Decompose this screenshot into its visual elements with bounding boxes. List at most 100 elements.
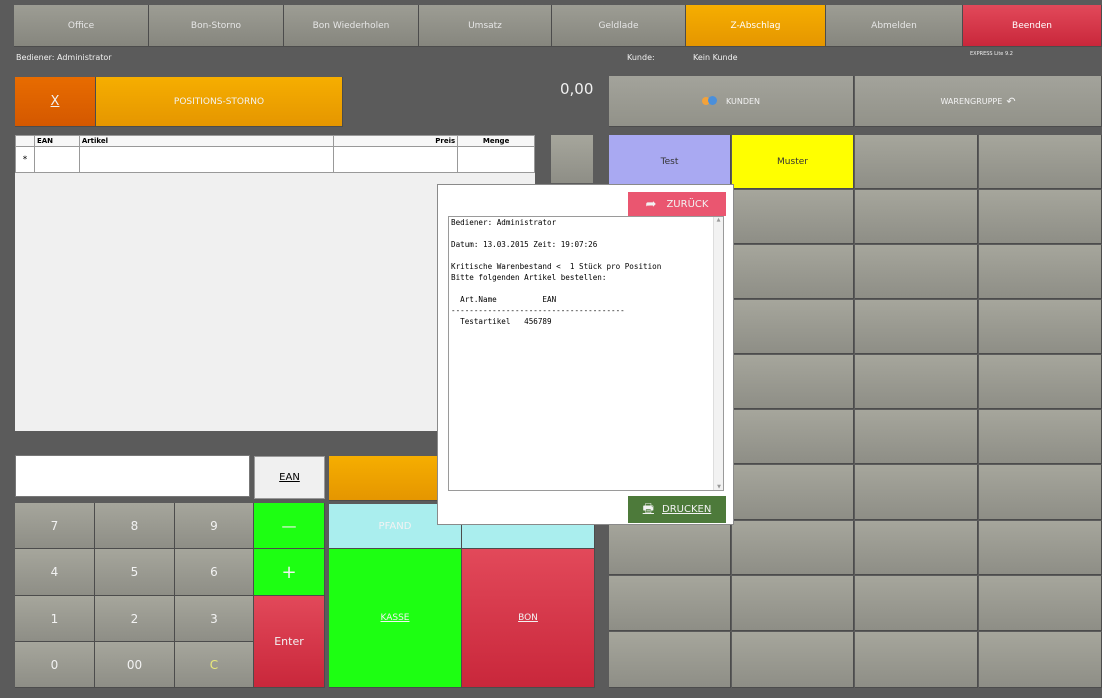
category-empty-button[interactable] [855,576,978,631]
key-1[interactable]: 1 [15,596,95,642]
key-4[interactable]: 4 [15,549,95,596]
enter-button[interactable]: Enter [254,596,325,688]
report-text: Bediener: Administrator Datum: 13.03.2015… [451,217,661,327]
key-6[interactable]: 6 [175,549,254,596]
report-line: Art.Name EAN [451,295,557,304]
category-empty-button[interactable] [979,521,1102,575]
bon-wiederholen-button[interactable]: Bon Wiederholen [284,5,419,47]
total-amount: 0,00 [560,80,594,98]
kunden-button[interactable]: KUNDEN [609,76,854,127]
category-empty-button[interactable] [855,355,978,409]
bon-button[interactable]: BON [462,549,595,688]
positions-storno-button[interactable]: POSITIONS-STORNO [96,77,343,127]
category-empty-button[interactable] [609,576,731,631]
customer-value: Kein Kunde [693,53,738,62]
category-empty-button[interactable] [979,632,1102,688]
report-line [451,228,661,239]
zurueck-button[interactable]: ➦ ZURÜCK [628,192,726,216]
table-row[interactable]: * [15,146,535,173]
beenden-button[interactable]: Beenden [963,5,1102,47]
category-empty-button[interactable] [855,521,978,575]
abmelden-button[interactable]: Abmelden [826,5,963,47]
category-empty-button[interactable] [979,355,1102,409]
drucken-button[interactable]: 🖶 DRUCKEN [628,496,726,523]
report-line: Testartikel 456789 [451,317,552,326]
category-empty-button[interactable] [732,190,854,244]
stock-warning-dialog: ➦ ZURÜCK Bediener: Administrator Datum: 1… [437,184,734,525]
report-scrollbar[interactable]: ▲ ▼ [713,217,723,490]
category-empty-button[interactable] [855,190,978,244]
key-clear[interactable]: C [175,642,254,688]
key-0[interactable]: 0 [15,642,95,688]
orange-action-button[interactable] [329,456,439,501]
category-empty-button[interactable] [979,190,1102,244]
category-empty-button[interactable] [732,355,854,409]
key-7[interactable]: 7 [15,503,95,549]
category-empty-button[interactable] [979,410,1102,464]
key-8[interactable]: 8 [95,503,175,549]
key-00[interactable]: 00 [95,642,175,688]
x-button[interactable]: X [15,77,96,127]
col-artikel-header: Artikel [78,135,334,147]
category-empty-button[interactable] [732,465,854,520]
report-line [451,283,661,294]
category-empty-button[interactable] [732,521,854,575]
category-empty-button[interactable] [855,410,978,464]
report-line: Datum: 13.03.2015 Zeit: 19:07:26 [451,240,598,249]
operator-label: Bediener: Administrator [16,53,112,62]
version-label: EXPRESS Lite 9.2 [970,51,1013,57]
category-empty-button[interactable] [855,465,978,520]
category-empty-button[interactable] [979,135,1102,189]
warengruppe-label: WARENGRUPPE [940,96,1003,106]
z-abschlag-button[interactable]: Z-Abschlag [686,5,826,47]
key-9[interactable]: 9 [175,503,254,549]
back-arrow-icon: ➦ [645,196,657,212]
warengruppe-button[interactable]: WARENGRUPPE ↶ [855,76,1102,127]
category-empty-button[interactable] [609,632,731,688]
category-empty-button[interactable] [609,521,731,575]
key-5[interactable]: 5 [95,549,175,596]
category-empty-button[interactable] [855,135,978,189]
report-textbox[interactable]: Bediener: Administrator Datum: 13.03.2015… [448,216,724,491]
col-ean-header: EAN [33,135,80,147]
report-line: Kritische Warenbestand < 1 Stück pro Pos… [451,262,662,271]
kasse-button[interactable]: KASSE [329,549,462,688]
category-empty-button[interactable] [855,300,978,354]
category-empty-button[interactable] [732,632,854,688]
category-empty-button[interactable] [732,245,854,299]
customer-label: Kunde: [627,53,655,62]
bon-storno-button[interactable]: Bon-Storno [149,5,284,47]
geldlade-button[interactable]: Geldlade [552,5,686,47]
ean-input[interactable] [15,455,250,497]
kunden-label: KUNDEN [725,96,761,106]
category-empty-button[interactable] [979,300,1102,354]
col-preis-header: Preis [332,135,459,147]
key-3[interactable]: 3 [175,596,254,642]
return-arrow-icon: ↶ [1006,94,1016,108]
category-empty-button[interactable] [732,576,854,631]
col-menge-header: Menge [457,135,535,147]
report-line: -------------------------------------- [451,306,625,315]
office-button[interactable]: Office [14,5,149,47]
minus-button[interactable]: — [254,503,325,549]
printer-icon: 🖶 [642,501,654,515]
umsatz-button[interactable]: Umsatz [419,5,552,47]
category-empty-button[interactable] [732,300,854,354]
new-row-marker: * [15,146,35,173]
report-line: Bediener: Administrator [451,218,557,227]
category-empty-button[interactable] [732,410,854,464]
category-empty-button[interactable] [979,245,1102,299]
report-line: Bitte folgenden Artikel bestellen: [451,273,607,282]
ean-button[interactable]: EAN [254,456,325,499]
category-test-button[interactable]: Test [609,135,731,189]
category-empty-button[interactable] [855,632,978,688]
table-scroll-block[interactable] [551,135,593,183]
category-muster-button[interactable]: Muster [732,135,854,189]
plus-button[interactable]: + [254,549,325,596]
category-empty-button[interactable] [855,245,978,299]
category-empty-button[interactable] [979,465,1102,520]
report-line [451,250,661,261]
category-empty-button[interactable] [979,576,1102,631]
drucken-label: DRUCKEN [662,504,712,515]
key-2[interactable]: 2 [95,596,175,642]
